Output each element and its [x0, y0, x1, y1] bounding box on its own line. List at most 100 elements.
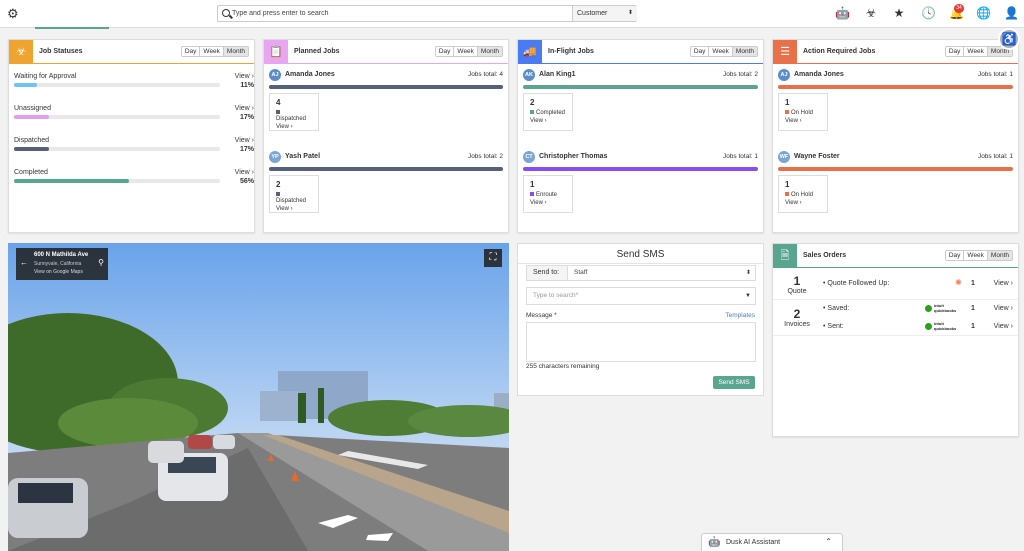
range-day-button[interactable]: Day	[945, 251, 964, 260]
view-label: View	[993, 280, 1009, 287]
select-arrows-icon: ⬍	[745, 270, 751, 276]
job-status: Enroute	[530, 192, 566, 198]
quickbooks-icon	[925, 305, 932, 312]
send-sms-card: Send SMS Send to: Staff ⬍ Type to search…	[517, 243, 764, 396]
technician-name: Wayne Foster	[794, 153, 840, 160]
clock-icon[interactable]: 🕓	[921, 6, 936, 20]
range-week-button[interactable]: Week	[199, 47, 223, 56]
technician-status-bar	[523, 167, 758, 171]
range-month-button[interactable]: Month	[986, 251, 1012, 260]
sent-label: • Sent:	[823, 323, 844, 330]
job-status-label: Completed	[14, 169, 48, 176]
job-status-view-link[interactable]: View ›	[235, 169, 254, 176]
avatar: AJ	[269, 69, 281, 81]
card-title: Planned Jobs	[294, 48, 340, 55]
view-on-google-maps-link[interactable]: View on Google Maps	[34, 269, 83, 275]
view-label: View	[530, 118, 543, 124]
sent-view-link[interactable]: View ›	[994, 323, 1013, 330]
quickbooks-icon	[925, 323, 932, 330]
job-status-view-link[interactable]: View ›	[235, 105, 254, 112]
dropdown-arrow-icon: ▼	[745, 293, 751, 299]
divider	[773, 335, 1018, 336]
quickbooks-logo: intuit quickbooks	[925, 321, 963, 331]
job-status-percent: 11%	[240, 82, 254, 89]
range-month-button[interactable]: Month	[731, 47, 757, 56]
view-label: View	[993, 323, 1009, 330]
street-view-city: Sunnyvale, California	[34, 261, 82, 267]
technician-row: WF Wayne Foster Jobs total: 1 1 On Hold View …	[778, 151, 1013, 231]
job-statuses-card: ☣ Job Statuses Day Week Month Waiting fo…	[8, 39, 255, 233]
recipient-search-input[interactable]: Type to search* ▼	[526, 287, 756, 305]
planned-jobs-card: 📋 Planned Jobs Day Week Month AJ Amanda J…	[263, 39, 509, 233]
send-to-select[interactable]: Send to: Staff ⬍	[526, 265, 756, 281]
view-label: View	[276, 124, 289, 130]
job-status: On Hold	[785, 110, 821, 116]
status-square-icon	[530, 110, 534, 114]
view-label: View	[234, 73, 250, 80]
job-view-link[interactable]: View ›	[785, 118, 821, 124]
job-status-text: Completed	[536, 110, 566, 116]
qb-bottom: quickbooks	[934, 325, 957, 331]
job-view-link[interactable]: View ›	[530, 200, 566, 206]
job-status-text: On Hold	[791, 192, 814, 198]
saved-label: • Saved:	[823, 305, 850, 312]
technician-row: CT Christopher Thomas Jobs total: 1 1 Enrout…	[523, 151, 758, 231]
quote-followed-up-view-link[interactable]: View ›	[994, 280, 1013, 287]
range-toggle: Day Week Month	[434, 46, 503, 57]
characters-remaining: 255 characters remaining	[526, 363, 600, 370]
job-status-label: Waiting for Approval	[14, 73, 77, 80]
job-status-view-link[interactable]: View ›	[235, 137, 254, 144]
search-scope-select[interactable]: Customer ⬍	[572, 6, 637, 21]
top-bar: ⚙ Customer ⬍ 🤖 ☣ ★ 🕓 🔔 34 🌐 👤	[0, 0, 1024, 28]
saved-count: 1	[971, 305, 975, 312]
globe-icon[interactable]: 🌐	[976, 6, 991, 20]
fullscreen-icon[interactable]: ⛶	[484, 249, 502, 267]
job-status-view-link[interactable]: View ›	[235, 73, 254, 80]
chevron-up-icon[interactable]: ⌃	[825, 537, 832, 546]
job-view-link[interactable]: View ›	[276, 206, 312, 212]
job-status-text: Dispatched	[276, 198, 307, 204]
job-view-link[interactable]: View ›	[530, 118, 566, 124]
range-day-button[interactable]: Day	[181, 47, 200, 56]
invoice-summary: 2 Invoices	[779, 307, 815, 328]
star-icon[interactable]: ★	[892, 6, 906, 20]
technician-row: AJ Amanda Jones Jobs total: 4 4 Dispatched Vi…	[269, 69, 503, 149]
user-icon[interactable]: 👤	[1004, 6, 1019, 20]
range-month-button[interactable]: Month	[222, 47, 248, 56]
card-header: ☰ Action Required Jobs Day Week Month	[773, 40, 1018, 64]
job-count: 2	[276, 180, 281, 189]
job-view-link[interactable]: View ›	[276, 124, 312, 130]
send-sms-button[interactable]: Send SMS	[713, 376, 755, 389]
range-week-button[interactable]: Week	[963, 251, 987, 260]
range-week-button[interactable]: Week	[963, 47, 987, 56]
templates-link[interactable]: Templates	[725, 312, 755, 319]
technician-status-bar	[269, 85, 503, 89]
range-month-button[interactable]: Month	[476, 47, 502, 56]
range-day-button[interactable]: Day	[435, 47, 454, 56]
saved-view-link[interactable]: View ›	[994, 305, 1013, 312]
card-title: Send SMS	[616, 249, 665, 260]
technician-status-bar	[269, 167, 503, 171]
range-week-button[interactable]: Week	[708, 47, 732, 56]
job-status-text: On Hold	[791, 110, 814, 116]
view-label: View	[993, 305, 1009, 312]
ai-assistant-widget[interactable]: 🤖 Dusk AI Assistant ⌃	[701, 533, 843, 551]
job-status-progress-bar	[14, 179, 220, 183]
sent-count: 1	[971, 323, 975, 330]
job-count: 4	[276, 98, 281, 107]
job-view-link[interactable]: View ›	[785, 200, 821, 206]
gears-logo-icon[interactable]: ⚙	[7, 7, 21, 21]
range-day-button[interactable]: Day	[945, 47, 964, 56]
range-week-button[interactable]: Week	[453, 47, 477, 56]
job-status-text: Dispatched	[276, 116, 307, 122]
card-header: ☣ Job Statuses Day Week Month	[9, 40, 254, 64]
search-input[interactable]	[232, 7, 572, 20]
divider	[518, 263, 763, 264]
accessibility-icon[interactable]: ♿	[998, 28, 1020, 50]
back-arrow-icon[interactable]: ←	[20, 258, 28, 267]
range-day-button[interactable]: Day	[690, 47, 709, 56]
street-view-panorama[interactable]: ← 600 N Mathilda Ave Sunnyvale, Californ…	[8, 243, 509, 551]
robot-icon[interactable]: 🤖	[835, 6, 850, 20]
biohazard-icon[interactable]: ☣	[864, 6, 878, 20]
message-textarea[interactable]	[526, 322, 756, 362]
